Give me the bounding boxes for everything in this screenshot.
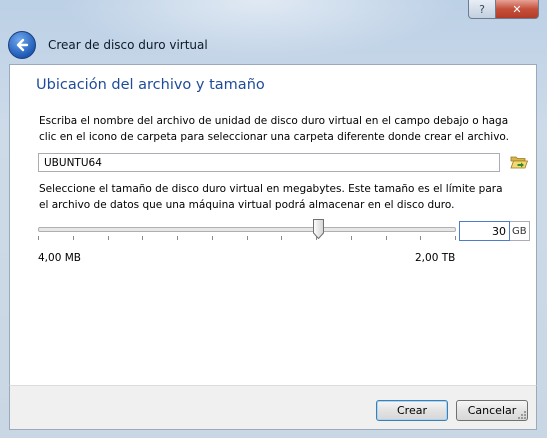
size-description: Seleccione el tamaño de disco duro virtu… [39,183,503,211]
window-frame: ? ✕ Crear de disco duro virtual Ubicació… [0,0,547,438]
slider-tick [351,236,352,240]
create-button[interactable]: Crear [376,400,448,421]
slider-tick [247,236,248,240]
slider-tick [455,236,456,240]
resize-grip-icon[interactable] [516,409,526,419]
slider-thumb[interactable] [313,219,324,240]
file-name-input[interactable] [38,153,500,172]
slider-min-label: 4,00 MB [38,252,81,264]
dialog-title: Crear de disco duro virtual [48,38,208,52]
slider-tick [73,236,74,240]
window-controls: ? ✕ [468,0,539,19]
slider-tick [420,236,421,240]
slider-tick [386,236,387,240]
slider-thumb-shape [313,219,324,240]
slider-tick [177,236,178,240]
slider-tick [108,236,109,240]
slider-tick [38,236,39,240]
close-button[interactable]: ✕ [496,0,539,19]
slider-ticks [38,236,456,242]
slider-tick [281,236,282,240]
select-folder-button[interactable] [509,152,529,172]
slider-track[interactable] [38,227,456,232]
back-arrow-icon [16,38,29,52]
dialog-header: Crear de disco duro virtual [8,30,208,60]
button-bar: Crear Cancelar [9,385,537,430]
size-input[interactable] [459,221,510,241]
size-slider[interactable] [38,217,456,243]
help-button[interactable]: ? [468,0,496,19]
slider-max-label: 2,00 TB [415,252,456,264]
back-button[interactable] [8,31,36,59]
folder-open-icon [510,156,529,169]
location-description: Escriba el nombre del archivo de unidad … [39,115,510,143]
size-unit-label: GB [510,221,530,241]
content-panel: Ubicación del archivo y tamaño Escriba e… [9,64,537,385]
slider-tick [142,236,143,240]
size-field: GB [459,221,530,241]
section-title: Ubicación del archivo y tamaño [36,77,265,93]
slider-tick [212,236,213,240]
